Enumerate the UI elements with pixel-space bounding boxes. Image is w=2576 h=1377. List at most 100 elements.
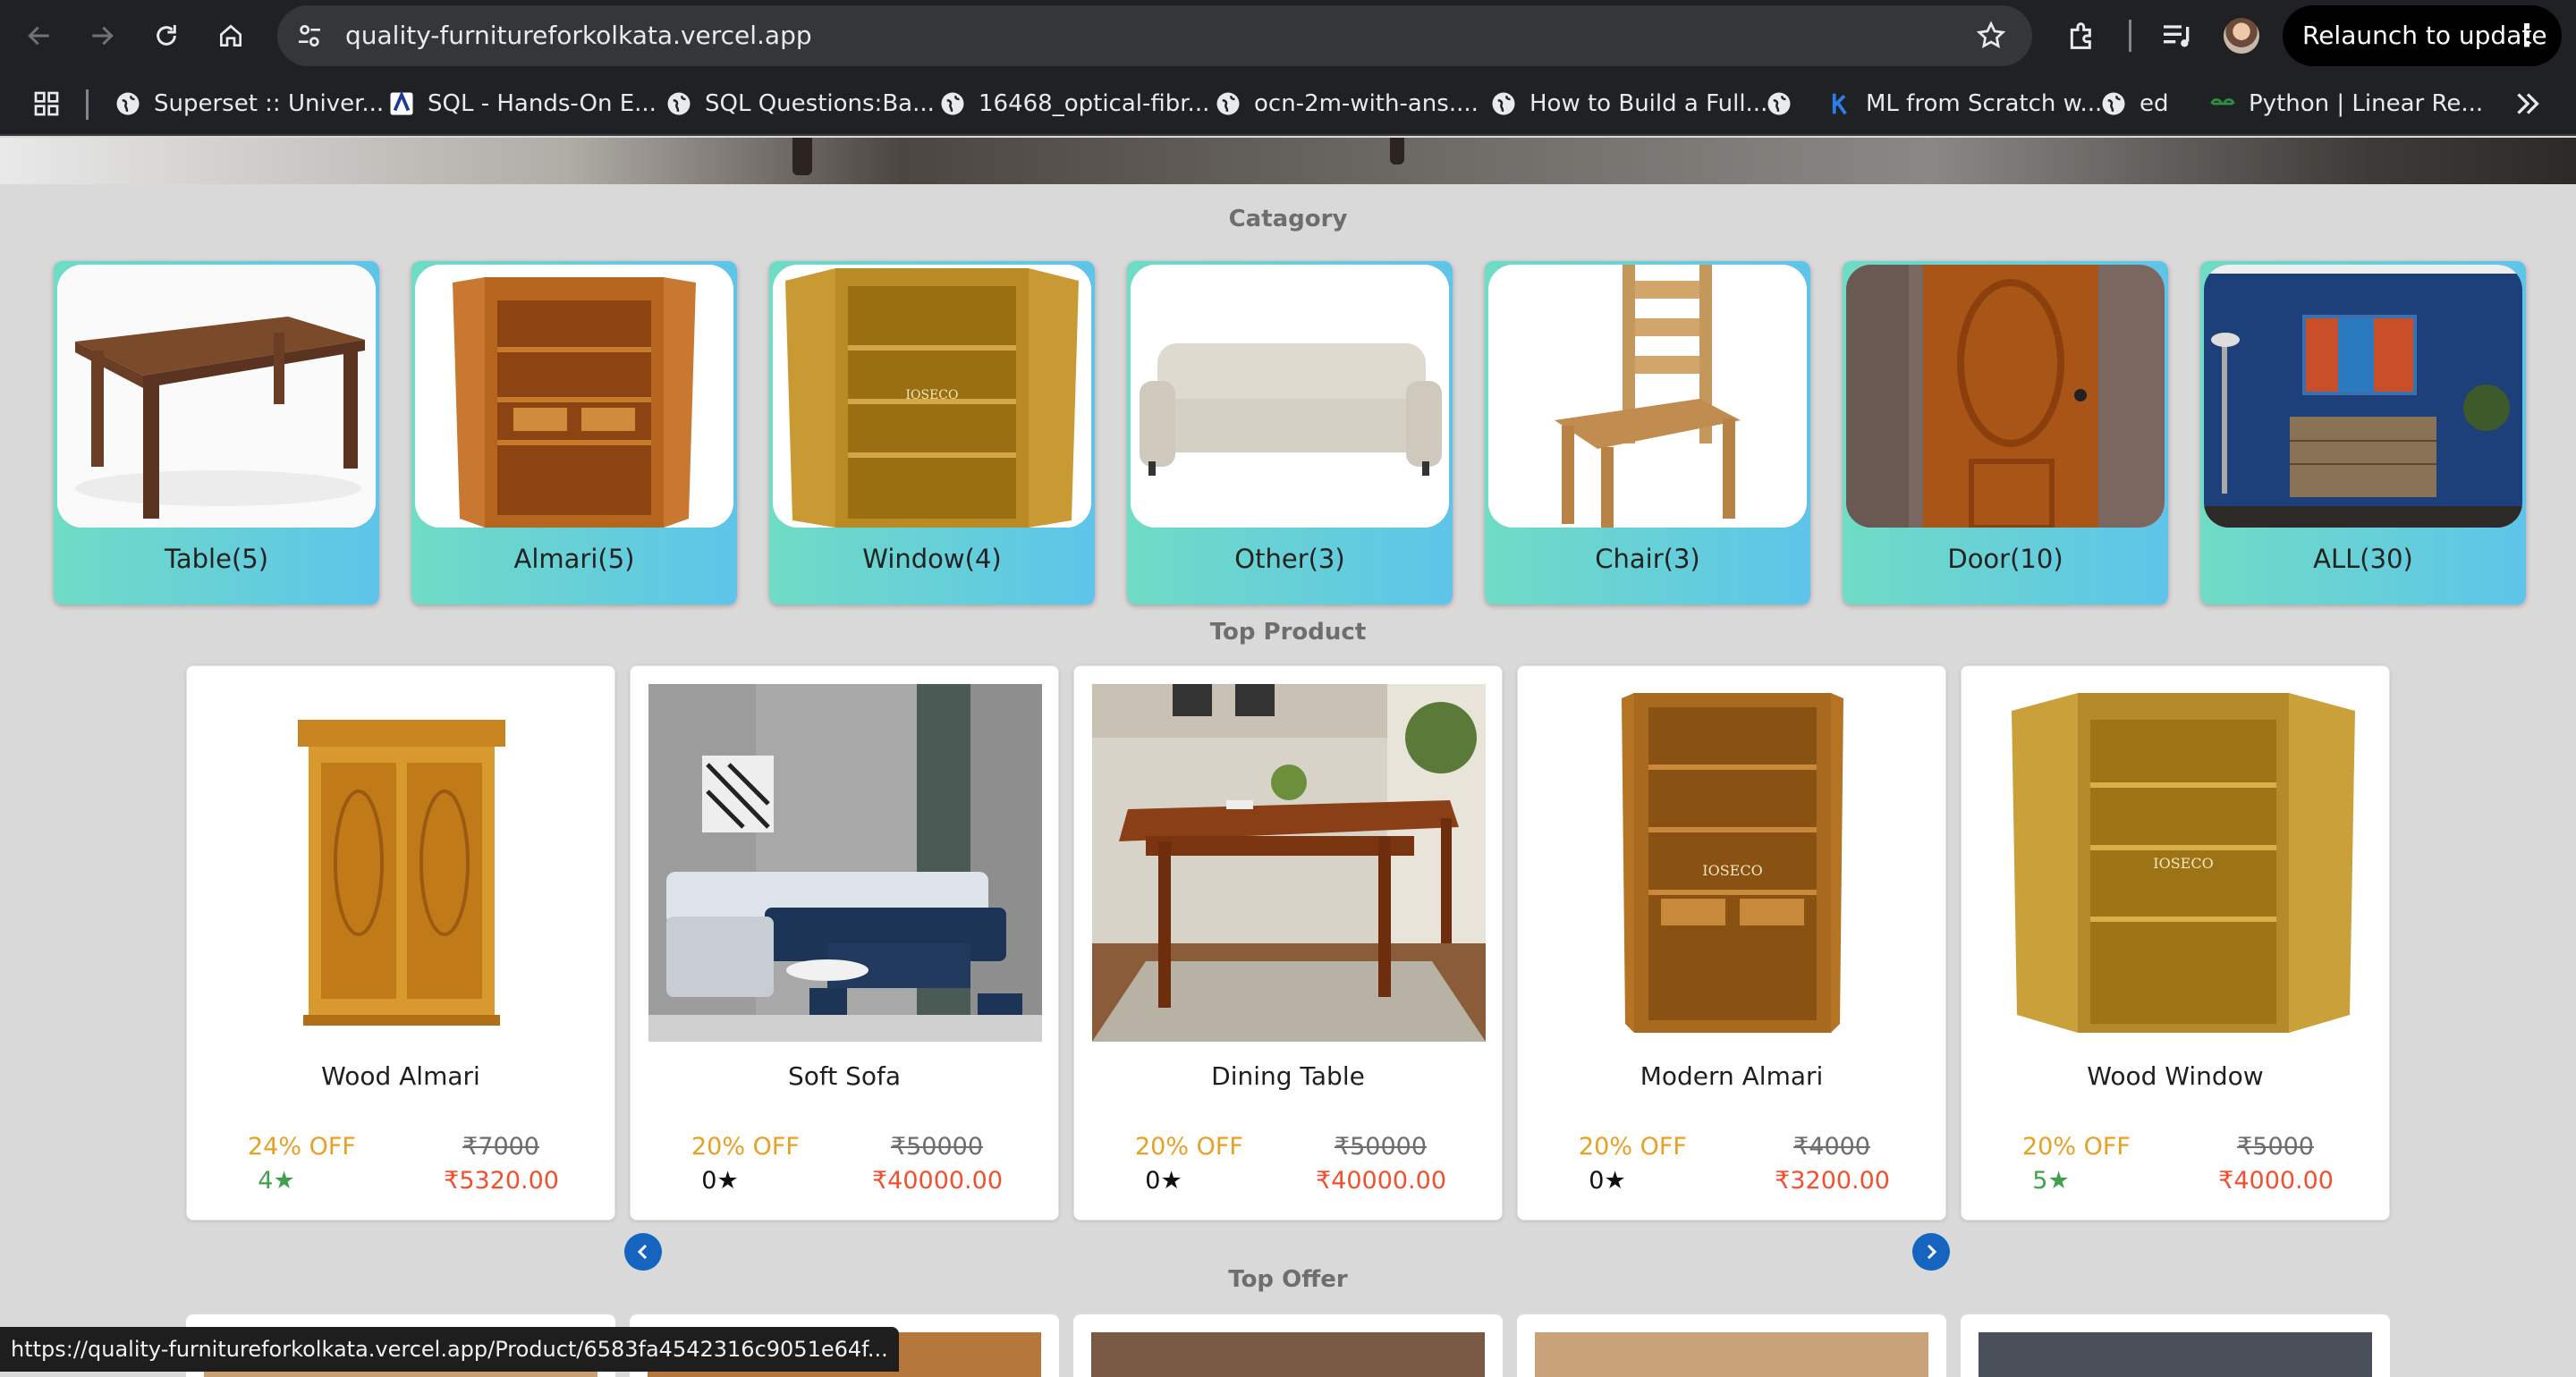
banner-furniture-leg	[1390, 138, 1404, 165]
category-image	[1131, 265, 1449, 528]
media-queue-icon[interactable]	[2159, 18, 2195, 54]
url-text[interactable]: quality-furnitureforkolkata.vercel.app	[345, 20, 812, 52]
carousel-prev-button[interactable]	[624, 1233, 662, 1271]
category-card-chair[interactable]: Chair(3)	[1485, 261, 1810, 604]
bookmark-star-icon[interactable]	[1975, 20, 2007, 52]
category-image	[1488, 265, 1807, 528]
browser-toolbar: quality-furnitureforkolkata.vercel.app R…	[0, 0, 2576, 72]
bookmarks-divider	[86, 89, 89, 120]
product-discount: 24% OFF	[248, 1133, 356, 1161]
bookmark-item[interactable]: ed	[2100, 84, 2169, 123]
back-button[interactable]	[21, 18, 57, 54]
product-card[interactable]: Soft Sofa 20% OFF 0★ ₹50000 ₹40000.00	[630, 665, 1059, 1221]
category-label: ALL(30)	[2313, 544, 2413, 574]
product-image	[648, 684, 1042, 1042]
bookmark-item[interactable]: SQL - Hands-On E...	[388, 84, 657, 123]
globe-icon	[1216, 92, 1240, 115]
product-name: Dining Table	[1211, 1061, 1365, 1091]
product-price: ₹40000.00	[871, 1167, 1003, 1195]
product-card[interactable]: Dining Table 20% OFF 0★ ₹50000 ₹40000.00	[1073, 665, 1503, 1221]
category-heading: Catagory	[1228, 206, 1348, 232]
carousel-next-button[interactable]	[1912, 1233, 1950, 1271]
bookmark-label: ocn-2m-with-ans....	[1254, 90, 1479, 117]
category-image	[1846, 265, 2165, 528]
star-icon: ★	[1604, 1167, 1626, 1195]
bookmark-label: 16468_optical-fibr...	[979, 90, 1210, 117]
relaunch-button[interactable]: Relaunch to update ⋮	[2283, 5, 2562, 66]
product-name: Modern Almari	[1640, 1061, 1824, 1091]
product-card[interactable]: IOSECO Modern Almari 20% OFF 0★ ₹4000 ₹3…	[1517, 665, 1946, 1221]
product-price: ₹40000.00	[1315, 1167, 1446, 1195]
product-rating: 0★	[1128, 1167, 1199, 1195]
category-card-other[interactable]: Other(3)	[1127, 261, 1453, 604]
bookmark-label: SQL Questions:Ba...	[705, 90, 935, 117]
bookmarks-bar: Superset :: Univer... SQL - Hands-On E..…	[0, 72, 2576, 136]
rating-value: 0	[1589, 1167, 1605, 1195]
star-icon: ★	[2047, 1167, 2070, 1195]
bookmark-item[interactable]: Superset :: Univer...	[114, 84, 384, 123]
category-card-table[interactable]: Table(5)	[54, 261, 379, 604]
globe-icon	[2102, 92, 2125, 115]
address-bar[interactable]: quality-furnitureforkolkata.vercel.app	[277, 5, 2032, 66]
product-card[interactable]: Wood Almari 24% OFF 4★ ₹7000 ₹5320.00	[186, 665, 615, 1221]
category-card-almari[interactable]: Almari(5)	[411, 261, 737, 604]
bookmark-item[interactable]: SQL Questions:Ba...	[665, 84, 935, 123]
category-label: Other(3)	[1234, 544, 1345, 574]
reload-button[interactable]	[148, 18, 184, 54]
toolbar-divider	[2129, 20, 2131, 52]
bookmark-label: How to Build a Full...	[1530, 90, 1768, 117]
product-image: IOSECO	[1536, 684, 1929, 1042]
star-icon: ★	[716, 1167, 739, 1195]
product-original-price: ₹7000	[462, 1133, 539, 1161]
bookmark-label: ML from Scratch w...	[1866, 90, 2103, 117]
globe-icon	[1767, 92, 1791, 115]
category-card-window[interactable]: IOSECO Window(4)	[769, 261, 1095, 604]
chevron-left-icon	[637, 1244, 648, 1260]
rating-value: 4	[258, 1167, 274, 1195]
category-card-all[interactable]: ALL(30)	[2200, 261, 2526, 604]
profile-avatar[interactable]	[2224, 18, 2259, 54]
chevron-right-icon	[1927, 1244, 1937, 1260]
offer-card[interactable]	[1073, 1314, 1503, 1377]
product-image	[205, 684, 598, 1042]
bookmark-item[interactable]: How to Build a Full...	[1490, 84, 1767, 123]
category-label: Window(4)	[862, 544, 1002, 574]
product-rating: 0★	[1572, 1167, 1643, 1195]
globe-icon	[941, 92, 964, 115]
bookmark-item[interactable]	[1766, 84, 1792, 123]
svg-text:IOSECO: IOSECO	[905, 388, 958, 402]
product-price: ₹5320.00	[444, 1167, 559, 1195]
globe-icon	[667, 92, 691, 115]
product-card[interactable]: IOSECO Wood Window 20% OFF 5★ ₹5000 ₹400…	[1961, 665, 2390, 1221]
link-status-bar: https://quality-furnitureforkolkata.verc…	[0, 1327, 899, 1372]
category-label: Door(10)	[1947, 544, 2063, 574]
site-favicon-icon	[390, 90, 413, 115]
bookmark-item[interactable]: ML from Scratch w...	[1826, 84, 2102, 123]
bookmark-label: Superset :: Univer...	[154, 90, 385, 117]
bookmark-item[interactable]: ocn-2m-with-ans....	[1215, 84, 1479, 123]
product-discount: 20% OFF	[1135, 1133, 1243, 1161]
product-price: ₹4000.00	[2218, 1167, 2334, 1195]
globe-icon	[1492, 92, 1515, 115]
category-card-door[interactable]: Door(10)	[1843, 261, 2168, 604]
category-label: Almari(5)	[513, 544, 635, 574]
site-settings-icon[interactable]	[295, 21, 324, 50]
bookmark-item[interactable]: 16468_optical-fibr...	[939, 84, 1209, 123]
more-menu-icon[interactable]: ⋮	[2512, 5, 2542, 66]
extensions-icon[interactable]	[2064, 18, 2100, 54]
chevron-double-right-icon[interactable]	[2512, 88, 2544, 120]
product-original-price: ₹50000	[1334, 1133, 1427, 1161]
product-rating: 5★	[2015, 1167, 2087, 1195]
product-discount: 20% OFF	[2022, 1133, 2131, 1161]
svg-text:IOSECO: IOSECO	[1702, 862, 1762, 879]
bookmark-item[interactable]: Python | Linear Re...	[2209, 84, 2483, 123]
forward-arrow-icon	[92, 26, 114, 46]
forward-button[interactable]	[84, 18, 120, 54]
relaunch-label: Relaunch to update	[2302, 21, 2547, 50]
offer-card[interactable]	[1961, 1314, 2390, 1377]
home-button[interactable]	[213, 18, 249, 54]
offer-card[interactable]	[1517, 1314, 1946, 1377]
product-original-price: ₹50000	[890, 1133, 983, 1161]
apps-grid-icon[interactable]	[32, 89, 61, 118]
star-icon: ★	[1160, 1167, 1182, 1195]
